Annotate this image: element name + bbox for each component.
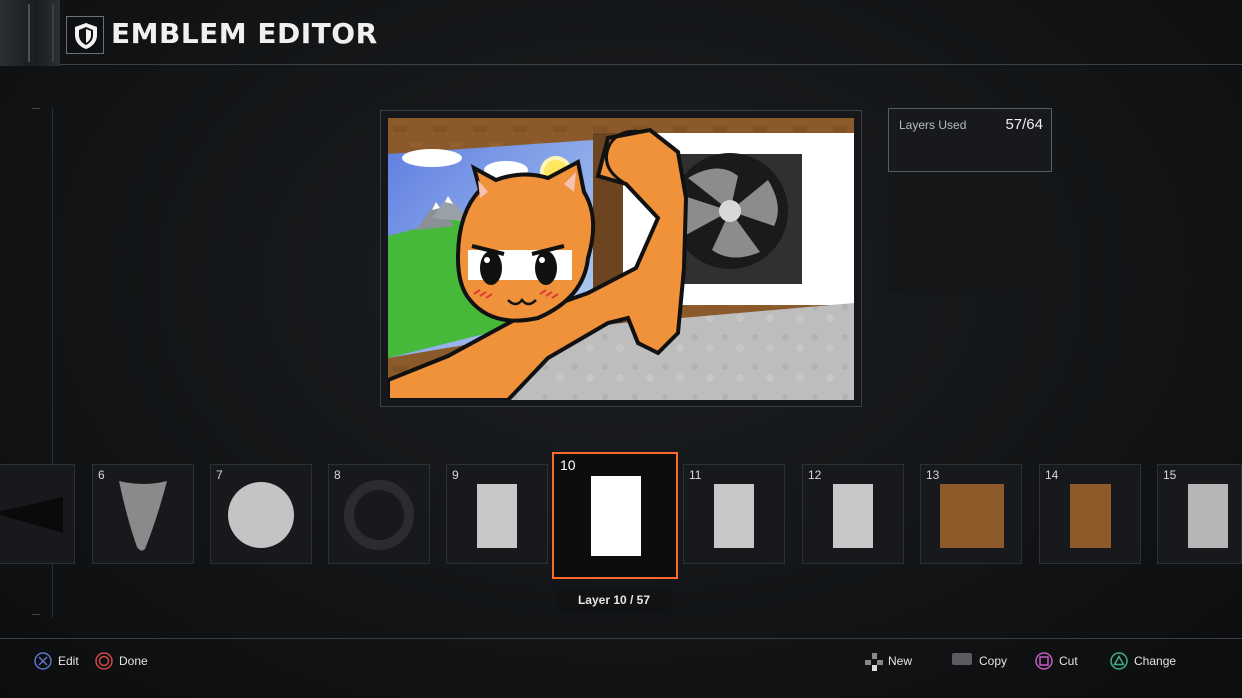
layer-shape-icon <box>344 480 414 550</box>
circle-button-icon <box>95 652 113 670</box>
layer-number: 12 <box>808 468 822 482</box>
layer-number: 14 <box>1045 468 1059 482</box>
layer-number: 10 <box>560 457 576 473</box>
header-divider <box>60 64 1242 65</box>
layer-tile[interactable]: 7 <box>210 464 312 564</box>
copy-label: Copy <box>979 654 1008 668</box>
layer-tile[interactable]: 13 <box>920 464 1022 564</box>
layer-shape-icon <box>0 497 63 533</box>
layers-used-label: Layers Used <box>899 118 967 132</box>
layer-tile[interactable]: 14 <box>1039 464 1141 564</box>
header-decoration <box>0 0 60 66</box>
change-hint[interactable]: Change <box>1110 652 1176 670</box>
page-title: EMBLEM EDITOR <box>111 17 378 50</box>
layer-number: 7 <box>216 468 223 482</box>
cut-hint[interactable]: Cut <box>1035 652 1078 670</box>
triangle-button-icon <box>1110 652 1128 670</box>
square-button-icon <box>1035 652 1053 670</box>
change-label: Change <box>1134 654 1177 668</box>
layer-tile[interactable]: 15 <box>1157 464 1242 564</box>
touchpad-icon <box>951 652 973 670</box>
layer-shape-icon <box>228 482 294 548</box>
layer-tile-selected[interactable]: 10 <box>552 452 678 579</box>
cross-button-icon <box>34 652 52 670</box>
layer-tile[interactable] <box>0 464 75 564</box>
layer-tile[interactable]: 6 <box>92 464 194 564</box>
layer-shape-icon <box>591 476 641 556</box>
edit-label: Edit <box>58 654 79 668</box>
layer-number: 11 <box>689 468 702 482</box>
layer-shape-icon <box>1070 484 1111 548</box>
layer-number: 6 <box>98 468 105 482</box>
done-hint[interactable]: Done <box>95 652 148 670</box>
layer-caption: Layer 10 / 57 <box>557 589 671 613</box>
shield-icon <box>66 16 104 54</box>
layer-tile[interactable]: 12 <box>802 464 904 564</box>
layers-panel-backdrop <box>888 172 1052 294</box>
edit-hint[interactable]: Edit <box>34 652 79 670</box>
layer-tile[interactable]: 9 <box>446 464 548 564</box>
dpad-icon <box>864 652 883 671</box>
new-hint[interactable]: New <box>864 652 913 671</box>
layer-shape-icon <box>940 484 1004 548</box>
cut-label: Cut <box>1059 654 1078 668</box>
layer-number: 15 <box>1163 468 1177 482</box>
layer-shape-icon <box>119 481 167 551</box>
layer-shape-icon <box>833 484 873 548</box>
layer-shape-icon <box>714 484 754 548</box>
rail-tick <box>32 108 40 109</box>
layer-tile[interactable]: 11 <box>683 464 785 564</box>
layers-used-panel: Layers Used 57/64 <box>888 108 1052 172</box>
layer-tile[interactable]: 8 <box>328 464 430 564</box>
layer-shape-icon <box>1188 484 1228 548</box>
layer-number: 9 <box>452 468 459 482</box>
copy-hint[interactable]: Copy <box>951 652 1007 670</box>
layers-used-value: 57/64 <box>1005 116 1043 133</box>
emblem-canvas[interactable] <box>388 118 854 400</box>
layer-number: 8 <box>334 468 341 482</box>
layer-shape-icon <box>477 484 517 548</box>
footer-divider <box>0 638 1242 639</box>
new-label: New <box>888 654 913 668</box>
rail-tick <box>32 614 40 615</box>
layer-number: 13 <box>926 468 940 482</box>
header: EMBLEM EDITOR <box>0 0 1242 66</box>
done-label: Done <box>119 654 148 668</box>
